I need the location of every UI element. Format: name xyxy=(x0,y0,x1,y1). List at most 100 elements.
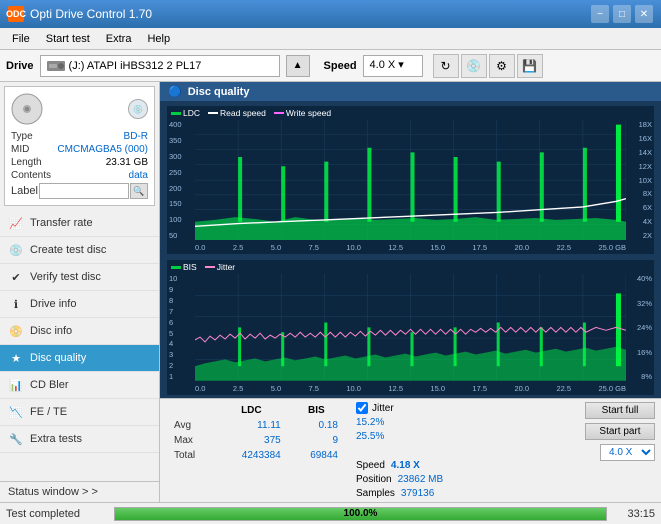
disc-quality-header-icon: 🔵 xyxy=(168,85,182,98)
max-label: Max xyxy=(168,434,214,447)
sidebar-item-create-test-disc[interactable]: 💿 Create test disc xyxy=(0,237,159,264)
position-value-stat: 23862 MB xyxy=(398,474,444,485)
disc-quality-title: Disc quality xyxy=(188,86,250,98)
sidebar-item-drive-info[interactable]: ℹ Drive info xyxy=(0,291,159,318)
contents-value: data xyxy=(129,170,148,181)
total-ldc: 4243384 xyxy=(216,449,287,462)
verify-test-disc-label: Verify test disc xyxy=(30,271,101,283)
length-label: Length xyxy=(11,157,42,168)
type-value: BD-R xyxy=(124,131,148,142)
refresh-button[interactable]: ↻ xyxy=(433,54,459,78)
drive-info-label: Drive info xyxy=(30,298,76,310)
chart-container: LDC Read speed Write speed 18X16 xyxy=(160,101,661,398)
menu-file[interactable]: File xyxy=(4,31,38,47)
bottom-chart-svg xyxy=(195,274,626,381)
drive-icon xyxy=(47,59,65,73)
status-bar: Test completed 100.0% 33:15 xyxy=(0,502,661,524)
ldc-legend-color xyxy=(171,112,181,115)
title-bar: ODC Opti Drive Control 1.70 − □ ✕ xyxy=(0,0,661,28)
bis-legend-color xyxy=(171,266,181,269)
save-button[interactable]: 💾 xyxy=(517,54,543,78)
jitter-label: Jitter xyxy=(372,403,394,414)
content-area: 🔵 Disc quality LDC Read speed xyxy=(160,82,661,502)
speed-value-stat: 4.18 X xyxy=(391,460,420,471)
drive-select[interactable]: (J:) ATAPI iHBS312 2 PL17 xyxy=(40,55,280,77)
jitter-legend-label: Jitter xyxy=(217,262,235,272)
progress-text: 100.0% xyxy=(115,508,606,520)
fe-te-label: FE / TE xyxy=(30,406,67,418)
read-speed-legend-label: Read speed xyxy=(220,108,266,118)
x-axis-top: 0.02.55.07.510.012.515.017.520.022.525.0… xyxy=(195,243,626,252)
speed-label-stat: Speed xyxy=(356,460,385,471)
write-speed-legend-label: Write speed xyxy=(286,108,331,118)
minimize-button[interactable]: − xyxy=(591,5,609,23)
max-ldc: 375 xyxy=(216,434,287,447)
disc-button[interactable]: 💿 xyxy=(461,54,487,78)
disc-info-panel: 💿 Type BD-R MID CMCMAGBA5 (000) Length 2… xyxy=(4,86,155,206)
close-button[interactable]: ✕ xyxy=(635,5,653,23)
max-jitter-val: 25.5% xyxy=(356,431,384,442)
app-icon: ODC xyxy=(8,6,24,22)
samples-value-stat: 379136 xyxy=(401,488,434,499)
app-title: Opti Drive Control 1.70 xyxy=(30,7,152,21)
max-bis: 9 xyxy=(289,434,344,447)
verify-test-disc-icon: ✔ xyxy=(8,269,24,285)
disc-info-nav-icon: 📀 xyxy=(8,323,24,339)
drive-bar: Drive (J:) ATAPI iHBS312 2 PL17 ▲ Speed … xyxy=(0,50,661,82)
menu-extra[interactable]: Extra xyxy=(98,31,140,47)
drive-value: (J:) ATAPI iHBS312 2 PL17 xyxy=(69,60,202,72)
drive-info-icon: ℹ xyxy=(8,296,24,312)
bis-legend-label: BIS xyxy=(183,262,197,272)
sidebar-item-transfer-rate[interactable]: 📈 Transfer rate xyxy=(0,210,159,237)
speed-dropdown[interactable]: 4.0 X xyxy=(600,444,655,461)
jitter-checkbox[interactable] xyxy=(356,402,368,414)
y-axis-left-bottom: 10987654321 xyxy=(169,274,177,381)
total-bis: 69844 xyxy=(289,449,344,462)
avg-label: Avg xyxy=(168,419,214,432)
extra-tests-icon: 🔧 xyxy=(8,431,24,447)
ldc-legend-label: LDC xyxy=(183,108,200,118)
top-chart: LDC Read speed Write speed 18X16 xyxy=(166,105,655,255)
avg-bis: 0.18 xyxy=(289,419,344,432)
menu-start-test[interactable]: Start test xyxy=(38,31,98,47)
sidebar-item-cd-bler[interactable]: 📊 CD Bler xyxy=(0,372,159,399)
bis-header: BIS xyxy=(289,404,344,417)
write-speed-legend-color xyxy=(274,112,284,114)
sidebar: 💿 Type BD-R MID CMCMAGBA5 (000) Length 2… xyxy=(0,82,160,502)
create-test-disc-label: Create test disc xyxy=(30,244,106,256)
start-part-button[interactable]: Start part xyxy=(585,423,655,440)
sidebar-item-fe-te[interactable]: 📉 FE / TE xyxy=(0,399,159,426)
eject-button[interactable]: ▲ xyxy=(286,55,310,77)
position-label-stat: Position xyxy=(356,474,392,485)
speed-label: Speed xyxy=(324,60,357,72)
mid-label: MID xyxy=(11,144,29,155)
maximize-button[interactable]: □ xyxy=(613,5,631,23)
sidebar-item-disc-quality[interactable]: ★ Disc quality xyxy=(0,345,159,372)
disc-info-nav-label: Disc info xyxy=(30,325,72,337)
sidebar-item-verify-test-disc[interactable]: ✔ Verify test disc xyxy=(0,264,159,291)
start-full-button[interactable]: Start full xyxy=(585,402,655,419)
settings-button[interactable]: ⚙ xyxy=(489,54,515,78)
disc-quality-icon: ★ xyxy=(8,350,24,366)
speed-select[interactable]: 4.0 X ▾ xyxy=(363,55,423,77)
x-axis-bottom: 0.02.55.07.510.012.515.017.520.022.525.0… xyxy=(195,384,626,393)
label-label: Label xyxy=(11,185,38,197)
samples-label-stat: Samples xyxy=(356,488,395,499)
fe-te-icon: 📉 xyxy=(8,404,24,420)
y-axis-right-top: 18X16X14X12X10X8X6X4X2X xyxy=(639,120,652,240)
ldc-header: LDC xyxy=(216,404,287,417)
label-input[interactable] xyxy=(39,183,129,199)
menu-help[interactable]: Help xyxy=(139,31,178,47)
cd-bler-icon: 📊 xyxy=(8,377,24,393)
disc-quality-header: 🔵 Disc quality xyxy=(160,82,661,101)
length-value: 23.31 GB xyxy=(106,157,148,168)
status-text: Test completed xyxy=(6,508,106,520)
status-window-button[interactable]: Status window > > xyxy=(0,481,159,502)
cd-bler-label: CD Bler xyxy=(30,379,69,391)
y-axis-right-bottom: 40%32%24%16%8% xyxy=(637,274,652,381)
sidebar-item-disc-info[interactable]: 📀 Disc info xyxy=(0,318,159,345)
label-browse-button[interactable]: 🔍 xyxy=(130,183,148,199)
sidebar-item-extra-tests[interactable]: 🔧 Extra tests xyxy=(0,426,159,453)
jitter-row: Jitter xyxy=(356,402,575,414)
transfer-rate-label: Transfer rate xyxy=(30,217,93,229)
